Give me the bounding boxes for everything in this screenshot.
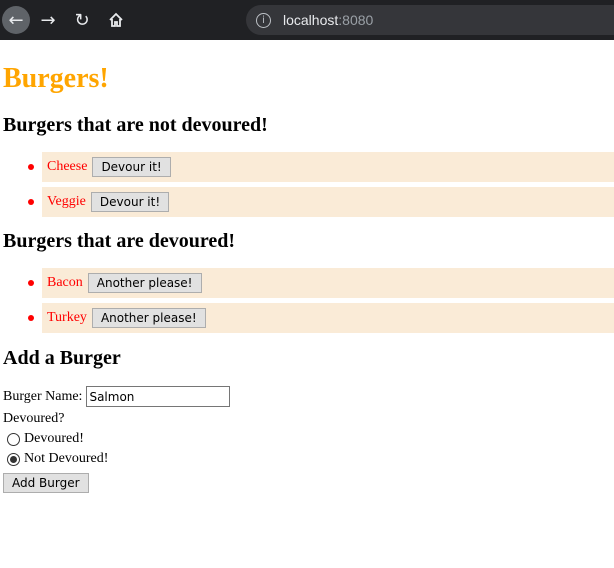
url-host: localhost [283, 12, 339, 28]
another-please-button[interactable]: Another please! [91, 308, 206, 328]
list-item: Veggie Devour it! [28, 187, 614, 217]
not-devoured-option-label[interactable]: Not Devoured! [24, 451, 108, 467]
list-item: Bacon Another please! [28, 268, 614, 298]
list-item: Turkey Another please! [28, 303, 614, 333]
back-arrow-icon[interactable]: ← [2, 6, 30, 34]
burger-name: Turkey [47, 310, 87, 325]
devoured-option-row[interactable]: Devoured! [3, 431, 614, 447]
list-item: Cheese Devour it! [28, 152, 614, 182]
burger-name: Veggie [47, 194, 86, 209]
another-please-button[interactable]: Another please! [87, 273, 202, 293]
add-burger-button[interactable]: Add Burger [3, 473, 89, 493]
page-title: Burgers! [3, 63, 109, 94]
not-devoured-option-row[interactable]: Not Devoured! [3, 451, 614, 467]
burger-name: Bacon [47, 275, 83, 290]
devoured-list: Bacon Another please! Turkey Another ple… [3, 268, 614, 333]
devour-button[interactable]: Devour it! [92, 157, 171, 177]
devoured-option-label[interactable]: Devoured! [24, 431, 84, 447]
page-content: Burgers! Burgers that are not devoured! … [0, 62, 614, 493]
not-devoured-radio[interactable] [7, 452, 20, 466]
address-bar[interactable]: i localhost:8080 [246, 5, 614, 35]
devour-button[interactable]: Devour it! [90, 192, 170, 212]
devoured-heading: Burgers that are devoured! [3, 230, 236, 252]
add-burger-heading: Add a Burger [3, 347, 121, 369]
burger-name-label: Burger Name: [3, 388, 83, 404]
reload-icon[interactable]: ↻ [68, 6, 96, 34]
browser-toolbar: ← → ↻ i localhost:8080 [0, 0, 614, 40]
info-icon[interactable]: i [256, 12, 271, 28]
not-devoured-heading: Burgers that are not devoured! [3, 114, 268, 136]
forward-arrow-icon[interactable]: → [34, 6, 62, 34]
devoured-radio[interactable] [7, 432, 20, 446]
home-icon[interactable] [102, 6, 130, 34]
not-devoured-list: Cheese Devour it! Veggie Devour it! [3, 152, 614, 217]
burger-name: Cheese [47, 159, 88, 174]
burger-name-input[interactable] [86, 386, 231, 407]
devoured-question: Devoured? [3, 411, 65, 426]
burger-name-row: Burger Name: [3, 386, 614, 407]
url-port: :8080 [338, 12, 374, 28]
